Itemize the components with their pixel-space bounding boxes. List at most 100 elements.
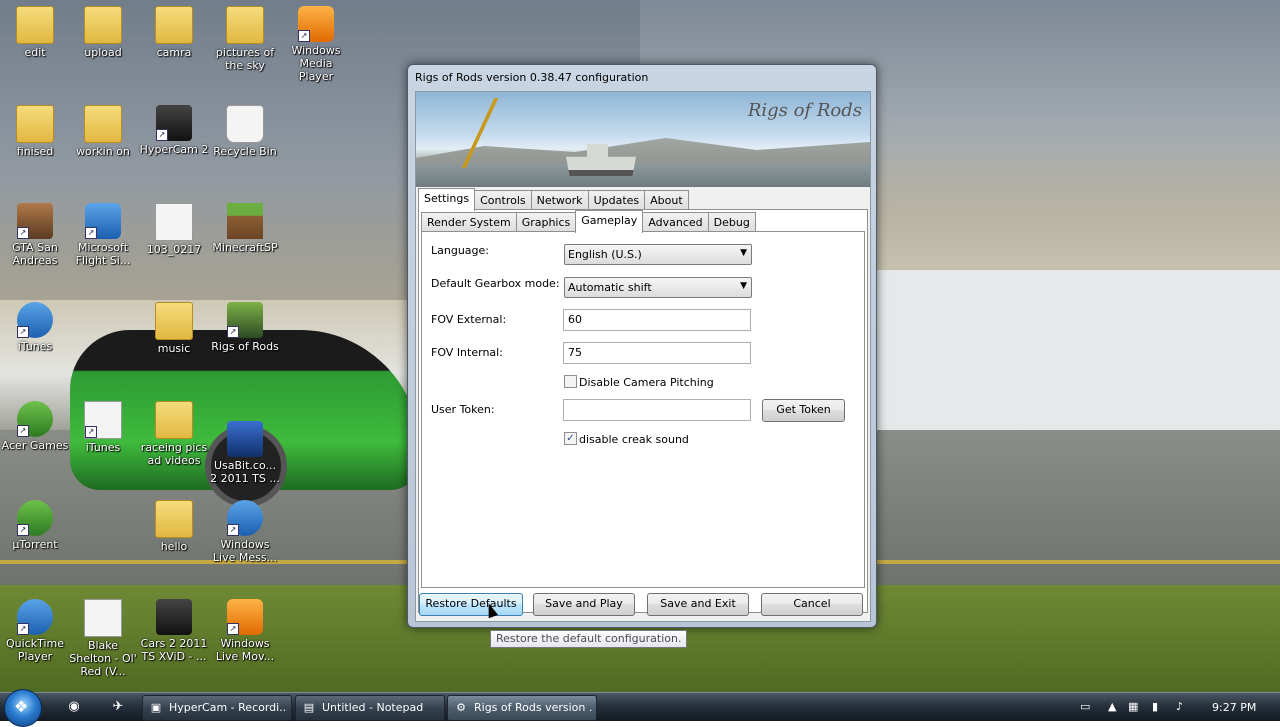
restore-defaults-button[interactable]: Restore Defaults — [419, 593, 523, 616]
windows-logo-icon: ❖ — [14, 697, 29, 716]
user-token-input[interactable] — [563, 399, 751, 421]
notepad-icon: ▤ — [303, 701, 315, 714]
desktop-icon[interactable]: ↗ GTA San Andreas — [0, 203, 70, 267]
folder-icon — [16, 6, 54, 44]
get-token-button[interactable]: Get Token — [762, 399, 845, 422]
desktop-icon-label: pictures of the sky — [215, 46, 275, 72]
desktop-icon[interactable]: ↗ Acer Games — [0, 401, 70, 452]
desktop-icon[interactable]: MinecraftSP — [210, 203, 280, 254]
fov-external-label: FOV External: — [431, 313, 507, 326]
desktop-icon-label: HyperCam 2 — [139, 143, 209, 156]
desktop-icon[interactable]: Blake Shelton - Ol' Red (V... — [68, 599, 138, 678]
desktop-icon[interactable]: ↗ Windows Media Player — [281, 6, 351, 83]
taskbar-clock[interactable]: 9:27 PM — [1212, 701, 1256, 714]
taskbar-item-rigs-of-rods[interactable]: ⚙ Rigs of Rods version ... — [447, 695, 597, 721]
gearbox-label: Default Gearbox mode: — [431, 277, 560, 290]
folder-icon — [155, 500, 193, 538]
desktop-icon-label: Microsoft Flight Si... — [75, 241, 131, 267]
disable-creak-sound-checkbox[interactable]: ✓ — [564, 432, 577, 445]
dialog-client-area: Rigs of Rods Settings Controls Network U… — [415, 91, 871, 622]
network-icon[interactable]: ▦ — [1128, 700, 1138, 713]
desktop-icon[interactable]: ↗ Rigs of Rods — [210, 302, 280, 353]
taskbar-item-hypercam[interactable]: ▣ HyperCam - Recordi... — [142, 695, 292, 721]
main-tab-strip: Settings Controls Network Updates About — [418, 188, 689, 211]
desktop-icon[interactable]: hello — [139, 500, 209, 553]
show-hidden-icons-icon[interactable]: ▲ — [1108, 700, 1116, 713]
volume-icon[interactable]: ♪ — [1176, 700, 1183, 713]
desktop-icon[interactable]: ↗ Windows Live Mess... — [210, 500, 280, 564]
gearbox-dropdown[interactable]: Automatic shift ▼ — [564, 277, 752, 298]
save-and-play-button[interactable]: Save and Play — [533, 593, 635, 616]
tab-network[interactable]: Network — [530, 190, 589, 211]
desktop-icon[interactable]: ↗ QuickTime Player — [0, 599, 70, 663]
wallpaper-wall — [860, 270, 1280, 430]
settings-tab-panel: Render System Graphics Gameplay Advanced… — [418, 209, 868, 613]
tab-about[interactable]: About — [644, 190, 689, 211]
cancel-button[interactable]: Cancel — [761, 593, 863, 616]
desktop-icon[interactable]: ↗ Windows Live Mov... — [210, 599, 280, 663]
tab-updates[interactable]: Updates — [587, 190, 646, 211]
desktop-icon[interactable]: upload — [68, 6, 138, 59]
keyboard-icon[interactable]: ▭ — [1080, 700, 1090, 713]
desktop-icon-label: UsaBit.co... 2 2011 TS ... — [210, 459, 280, 485]
desktop-icon[interactable]: finised — [0, 105, 70, 158]
taskbar: ❖ ◉ ✈ ▣ HyperCam - Recordi... ▤ Untitled… — [0, 689, 1280, 727]
taskbar-item-notepad[interactable]: ▤ Untitled - Notepad — [295, 695, 445, 721]
gta-icon: ↗ — [17, 203, 53, 239]
desktop-icon[interactable]: Cars 2 2011 TS XViD - ... — [139, 599, 209, 663]
dialog-titlebar[interactable]: Rigs of Rods version 0.38.47 configurati… — [408, 65, 876, 89]
config-dialog[interactable]: Rigs of Rods version 0.38.47 configurati… — [407, 64, 877, 628]
desktop-icon[interactable]: camra — [139, 6, 209, 59]
desktop-icon[interactable]: ↗ µTorrent — [0, 500, 70, 551]
power-icon[interactable]: ▮ — [1152, 700, 1158, 713]
desktop-icon[interactable]: UsaBit.co... 2 2011 TS ... — [210, 421, 280, 485]
checkmark-icon: ✓ — [566, 433, 575, 444]
desktop-icon[interactable]: Recycle Bin — [210, 105, 280, 158]
restore-defaults-tooltip: Restore the default configuration. — [490, 630, 688, 648]
sub-tab-strip: Render System Graphics Gameplay Advanced… — [421, 210, 756, 233]
disable-camera-pitching-label: Disable Camera Pitching — [579, 376, 714, 389]
media-player-icon: ↗ — [298, 6, 334, 42]
user-token-label: User Token: — [431, 403, 495, 416]
desktop-icon[interactable]: edit — [0, 6, 70, 59]
desktop-icon-label: 103_0217 — [146, 243, 202, 256]
chrome-icon[interactable]: ◉ — [66, 699, 82, 715]
desktop-icon[interactable]: ↗ Microsoft Flight Si... — [68, 203, 138, 267]
desktop-icon-label: music — [157, 342, 191, 355]
desktop-icon[interactable]: pictures of the sky — [210, 6, 280, 72]
flight-sim-icon: ↗ — [85, 203, 121, 239]
chevron-down-icon: ▼ — [740, 248, 747, 258]
flight-sim-icon[interactable]: ✈ — [110, 699, 126, 715]
video-file-icon — [156, 599, 192, 635]
taskbar-item-label: Rigs of Rods version ... — [474, 701, 592, 714]
tab-controls[interactable]: Controls — [474, 190, 532, 211]
start-button[interactable]: ❖ — [4, 689, 42, 727]
fov-internal-input[interactable]: 75 — [563, 342, 751, 364]
fov-internal-value: 75 — [568, 346, 582, 359]
tab-debug[interactable]: Debug — [707, 212, 756, 233]
desktop-icon[interactable]: ↗ iTunes — [0, 302, 70, 353]
desktop-icon[interactable]: music — [139, 302, 209, 355]
disable-camera-pitching-checkbox[interactable] — [564, 375, 577, 388]
desktop-icon[interactable]: raceing pics ad videos — [139, 401, 209, 467]
desktop-icon[interactable]: ↗ iTunes — [68, 401, 138, 454]
desktop-icon-label: Acer Games — [1, 439, 69, 452]
tab-graphics[interactable]: Graphics — [515, 212, 577, 233]
desktop-icon-label: Windows Live Mov... — [215, 637, 275, 663]
tab-gameplay[interactable]: Gameplay — [575, 210, 644, 233]
tab-render-system[interactable]: Render System — [421, 212, 517, 233]
desktop-icon[interactable]: 103_0217 — [139, 203, 209, 256]
tab-advanced[interactable]: Advanced — [642, 212, 709, 233]
fov-external-input[interactable]: 60 — [563, 309, 751, 331]
desktop-icon[interactable]: ↗ HyperCam 2 — [139, 105, 209, 156]
fov-internal-label: FOV Internal: — [431, 346, 503, 359]
quicktime-icon: ↗ — [17, 599, 53, 635]
language-dropdown[interactable]: English (U.S.) ▼ — [564, 244, 752, 265]
tab-settings[interactable]: Settings — [418, 188, 476, 211]
recycle-bin-icon — [226, 105, 264, 143]
desktop-icon[interactable]: workin on — [68, 105, 138, 158]
desktop-icon-label: upload — [84, 46, 122, 59]
save-and-exit-button[interactable]: Save and Exit — [647, 593, 749, 616]
rigs-of-rods-icon: ↗ — [227, 302, 263, 338]
mp3-file-icon — [84, 599, 122, 637]
